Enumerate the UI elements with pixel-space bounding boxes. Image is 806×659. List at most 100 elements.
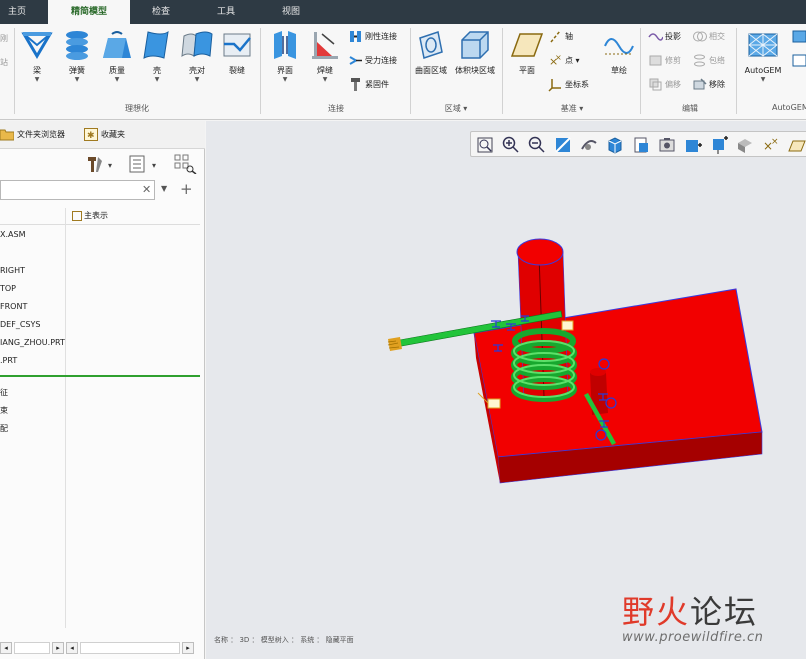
plane-button[interactable]: 平面	[506, 28, 548, 76]
perspective-view-icon[interactable]	[683, 135, 703, 155]
tree-view-settings-button[interactable]	[174, 154, 198, 175]
tree-item-idealizations[interactable]: 征	[0, 385, 8, 401]
clear-icon[interactable]: ✕	[142, 183, 151, 196]
weighted-link-button[interactable]: 受力连接	[348, 52, 397, 70]
rigid-link-button[interactable]: 刚性连接	[348, 28, 397, 46]
chevron-down-icon: ▼	[194, 76, 200, 83]
sketch-icon	[604, 38, 634, 55]
tree-item-assembly[interactable]: X.ASM	[0, 227, 25, 243]
offset-button[interactable]: 偏移	[648, 76, 681, 94]
group-label-edit: 编辑	[682, 104, 698, 113]
tab-tools[interactable]: 工具	[204, 0, 248, 24]
repaint-icon[interactable]	[553, 135, 573, 155]
scroll-track-right[interactable]	[80, 642, 180, 654]
tree-item-front[interactable]: FRONT	[0, 299, 27, 315]
tree-item-top[interactable]: TOP	[0, 281, 16, 297]
fastener-button[interactable]: 紧固件	[348, 76, 389, 94]
mass-button[interactable]: 质量 ▼	[96, 28, 138, 84]
tree-column-header: 主表示	[0, 208, 200, 225]
column-header-primary-rep[interactable]: 主表示	[72, 210, 108, 221]
csys-button[interactable]: 坐标系	[548, 76, 589, 94]
crack-label: 裂缝	[229, 66, 245, 75]
point-button[interactable]: × × 点 ▾	[548, 52, 580, 70]
wrap-button[interactable]: 包络	[692, 52, 725, 70]
tab-inspect[interactable]: 检查	[138, 0, 184, 24]
chevron-down-icon: ▼	[114, 76, 120, 83]
remove-button[interactable]: 移除	[692, 76, 725, 94]
horizontal-scrollbar[interactable]: ◂ ▸ ◂ ▸	[0, 641, 205, 655]
zoom-out-icon[interactable]	[527, 135, 547, 155]
tree-tools-button[interactable]: ▾	[86, 154, 118, 174]
insert-here-marker[interactable]	[0, 375, 200, 377]
tree-item-def-csys[interactable]: DEF_CSYS	[0, 317, 40, 333]
scroll-right-button-2[interactable]: ▸	[182, 642, 194, 654]
tab-home[interactable]: 主页	[0, 0, 34, 24]
view-status-text: 名称 ： 3D ： 模型树入 ： 系统 ： 隐藏平面	[214, 636, 354, 644]
tree-item-part-1[interactable]: IANG_ZHOU.PRT	[0, 335, 65, 351]
chevron-down-icon: ▼	[322, 76, 328, 83]
shell-button[interactable]: 壳 ▼	[136, 28, 178, 84]
tab-view[interactable]: 视图	[268, 0, 314, 24]
column-divider[interactable]	[65, 208, 66, 628]
autogem-extra-button-2[interactable]	[792, 52, 806, 70]
annotation-display-icon[interactable]	[735, 135, 755, 155]
spin-center-icon[interactable]	[579, 135, 599, 155]
sketch-button[interactable]: 草绘	[598, 28, 640, 76]
refit-icon[interactable]	[475, 135, 495, 155]
point-display-icon[interactable]: ××	[761, 135, 781, 155]
intersect-button[interactable]: 相交	[692, 28, 725, 46]
zoom-in-icon[interactable]	[501, 135, 521, 155]
saved-orientations-icon[interactable]	[631, 135, 651, 155]
display-style-icon[interactable]	[605, 135, 625, 155]
ribbon-cut-item-2[interactable]: 站	[0, 54, 8, 72]
add-icon[interactable]: +	[180, 180, 193, 198]
tree-view-icon	[174, 154, 197, 175]
ribbon-cut-item-1[interactable]: 刚	[0, 30, 8, 48]
beam-button[interactable]: 梁 ▼	[16, 28, 58, 84]
interface-button[interactable]: 界面 ▼	[264, 28, 306, 84]
surface-region-button[interactable]: 曲面区域	[410, 28, 452, 76]
show-filters-button[interactable]: ▾	[128, 154, 164, 174]
group-label-region[interactable]: 区域 ▾	[410, 103, 502, 114]
project-button[interactable]: 投影	[648, 28, 681, 46]
trim-button[interactable]: 修剪	[648, 52, 681, 70]
weld-button[interactable]: 焊缝 ▼	[304, 28, 346, 84]
tree-item-part-2[interactable]: .PRT	[0, 353, 17, 369]
tree-item-constraints[interactable]: 束	[0, 403, 8, 419]
crack-button[interactable]: 裂缝	[216, 28, 258, 76]
hammer-wrench-icon: ▾	[88, 157, 112, 172]
surface-region-icon	[419, 31, 443, 59]
spring-icon	[66, 31, 88, 60]
datum-display-icon[interactable]	[709, 135, 729, 155]
scroll-left-button[interactable]: ◂	[0, 642, 12, 654]
shell-pair-button[interactable]: 壳对 ▼	[176, 28, 218, 84]
tab-favorites[interactable]: ✱ 收藏夹	[84, 126, 125, 144]
tree-search-input[interactable]: ✕	[0, 180, 155, 200]
axis-button[interactable]: 轴	[548, 28, 573, 46]
tree-item-loads[interactable]: 配	[0, 421, 8, 437]
tab-simplified-model[interactable]: 精简模型	[48, 0, 130, 24]
tree-item-right[interactable]: RIGHT	[0, 263, 25, 279]
point-label: 点	[565, 56, 573, 65]
navigator-panel: 文件夹浏览器 ✱ 收藏夹 ▾ ▾ ✕ ▼ + 主表示 X.ASM RIGHT T…	[0, 121, 205, 659]
scroll-left-button-2[interactable]: ◂	[66, 642, 78, 654]
tab-folder-browser[interactable]: 文件夹浏览器	[0, 126, 65, 144]
scroll-track-left[interactable]	[14, 642, 50, 654]
group-label-datum[interactable]: 基准 ▾	[504, 103, 640, 114]
view-manager-icon[interactable]	[657, 135, 677, 155]
volume-region-button[interactable]: 体积块区域	[454, 28, 496, 76]
intersect-label: 相交	[709, 32, 725, 41]
autogem-button[interactable]: AutoGEM ▼	[740, 28, 786, 84]
autogem-extra-button-1[interactable]	[792, 28, 806, 46]
fastener-icon	[351, 78, 360, 91]
scroll-right-button[interactable]: ▸	[52, 642, 64, 654]
plane-display-icon[interactable]	[787, 135, 806, 155]
ribbon: 刚 站 梁 ▼ 弹簧 ▼ 质量 ▼ 壳 ▼ 壳对 ▼ 裂缝 理想化 界面 ▼ 焊…	[0, 24, 806, 120]
point-icon: ××	[549, 53, 562, 68]
model-3d-view[interactable]	[206, 121, 806, 659]
weld-label: 焊缝	[317, 66, 333, 75]
graphics-window[interactable]: × × 名称 ： 3D ： 模型树入 ： 系统 ： 隐藏平面 野火论坛 www.p…	[206, 121, 806, 659]
search-options-dropdown[interactable]: ▼	[161, 184, 167, 193]
folder-browser-label: 文件夹浏览器	[17, 130, 65, 139]
spring-button[interactable]: 弹簧 ▼	[56, 28, 98, 84]
